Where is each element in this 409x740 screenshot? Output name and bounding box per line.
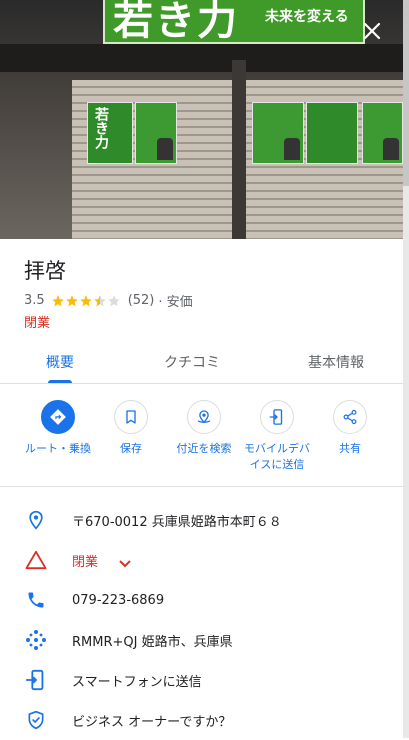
send-to-phone-icon [24,668,48,692]
bookmark-icon [126,410,136,424]
close-button[interactable] [359,18,385,44]
action-label: モバイルデバイスに送信 [244,442,310,471]
action-label: 保存 [120,442,142,455]
share-icon [343,409,357,425]
tab-reviews[interactable]: クチコミ [150,340,234,383]
section-divider [0,486,403,487]
send-to-phone-icon [269,409,283,425]
claim-business-row[interactable]: ビジネス オーナーですか？ [0,700,403,740]
nearby-icon [197,410,211,424]
phone-row[interactable]: 079-223-6869 [0,580,403,620]
banner-main-text: 若き力 [113,0,239,44]
poster-face [157,138,173,160]
send-to-device-button[interactable]: モバイルデバイスに送信 [239,400,315,473]
action-label: ルート・乗換 [25,442,91,455]
pillar [232,60,246,239]
action-label: 共有 [339,442,361,455]
send-circle [260,400,294,434]
star-icon [51,294,64,306]
photo-banner: 若き力 で 未来を変える [103,0,365,44]
verified-shield-icon [24,708,48,732]
star-icon [65,294,78,306]
phone-icon [24,588,48,612]
send-to-phone-row[interactable]: スマートフォンに送信 [0,660,403,700]
directions-icon [50,409,66,425]
plus-code-icon [24,628,48,652]
place-photo[interactable]: 若き力 で 未来を変える 若き力 [0,0,403,239]
poster [306,102,358,164]
poster [252,102,304,164]
warning-triangle-icon [24,548,48,572]
poster-face [284,138,300,160]
banner-sub-text: 未来を変える [265,9,349,25]
claim-business-text: ビジネス オーナーですか？ [72,714,232,730]
poster [135,102,177,164]
share-button[interactable]: 共有 [312,400,388,457]
location-pin-icon [24,508,48,532]
half-star-icon [93,294,106,306]
close-icon [363,22,381,40]
action-bar: ルート・乗換 保存 付近を検索 モバイルデバイスに送信 共有 [0,400,403,485]
directions-circle [41,400,75,434]
save-circle [114,400,148,434]
nearby-search-button[interactable]: 付近を検索 [166,400,242,457]
action-label: 付近を検索 [176,442,232,455]
price-level: · 安価 [158,295,193,310]
star-icon [79,294,92,306]
poster: 若き力 [87,102,133,164]
plus-code-row[interactable]: RMMR+QJ 姫路市、兵庫県 [0,620,403,660]
active-tab-indicator [48,380,72,383]
plus-code-text: RMMR+QJ 姫路市、兵庫県 [72,634,233,650]
business-status: 閉業 [24,316,51,331]
storefront-beam [0,44,403,72]
status-text: 閉業 [72,554,99,570]
empty-star-icon [107,294,120,306]
rating-stars [51,294,121,308]
send-to-phone-text: スマートフォンに送信 [72,674,202,690]
nearby-circle [187,400,221,434]
save-button[interactable]: 保存 [93,400,169,457]
phone-number: 079-223-6869 [72,592,165,608]
directions-button[interactable]: ルート・乗換 [20,400,96,457]
rating-row: 3.5 (52) · 安価 [24,291,193,310]
tab-about[interactable]: 基本情報 [298,340,374,383]
address-row[interactable]: 〒670-0012 兵庫県姫路市本町６８ [0,500,403,540]
rating-value: 3.5 [24,293,45,308]
chevron-down-icon[interactable] [118,554,132,573]
place-name: 拝啓 [24,259,66,283]
poster-face [383,138,399,160]
tab-bar: 概要 クチコミ 基本情報 [0,340,403,384]
poster-text: 若き力 [93,107,109,149]
poster [362,102,403,164]
scrollbar-thumb[interactable] [403,0,409,186]
status-row[interactable]: 閉業 [0,540,403,580]
share-circle [333,400,367,434]
address-text: 〒670-0012 兵庫県姫路市本町６８ [72,514,282,530]
review-count-link[interactable]: (52) [128,293,155,308]
tab-overview[interactable]: 概要 [20,340,100,383]
